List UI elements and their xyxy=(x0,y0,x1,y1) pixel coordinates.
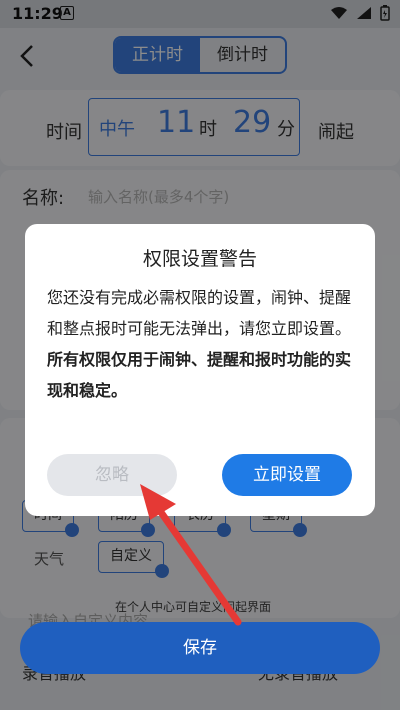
red-arrow-annotation xyxy=(140,484,242,626)
